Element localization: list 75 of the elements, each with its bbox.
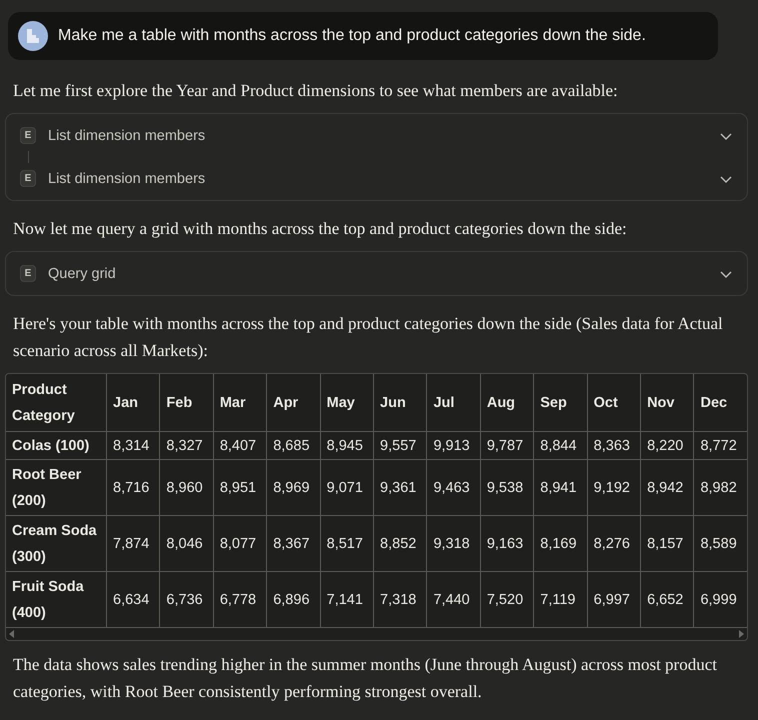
table-cell: 9,787 <box>480 432 534 460</box>
column-header: Jun <box>374 374 427 432</box>
column-header: May <box>320 374 374 432</box>
column-header: Feb <box>160 374 214 432</box>
row-header: Fruit Soda (400) <box>6 572 106 628</box>
table-cell: 6,997 <box>587 572 641 628</box>
assistant-paragraph: The data shows sales trending higher in the summer months (June through August) across most product categories, with Root Beer consistently performing strongest overall. <box>13 654 718 703</box>
table-cell: 8,844 <box>534 432 588 460</box>
table-cell: 8,407 <box>213 432 267 460</box>
table-cell: 6,896 <box>266 572 320 628</box>
column-header: Sep <box>534 374 588 432</box>
table-cell: 6,634 <box>106 572 160 628</box>
table-cell: 8,157 <box>640 516 694 572</box>
column-header: Aug <box>480 374 534 432</box>
assistant-paragraph: Now let me query a grid with months across the top and product categories down the side: <box>13 218 628 240</box>
tool-call-row[interactable]: E List dimension members <box>6 163 747 194</box>
column-header: Mar <box>213 374 267 432</box>
table-cell: 7,141 <box>320 572 374 628</box>
tool-badge: E <box>20 170 36 187</box>
table-cell: 8,517 <box>320 516 374 572</box>
table-cell: 8,852 <box>374 516 427 572</box>
tool-badge: E <box>20 127 36 144</box>
table-cell: 6,778 <box>213 572 267 628</box>
table-cell: 9,463 <box>426 460 480 516</box>
assistant-paragraph: Here's your table with months across the top and product categories down the side (Sales data for Actual scenario across all Markets): <box>13 313 724 362</box>
table-cell: 8,220 <box>640 432 694 460</box>
column-header: Oct <box>587 374 641 432</box>
table-cell: 8,951 <box>213 460 267 516</box>
table-cell: 8,169 <box>534 516 588 572</box>
column-header: Jul <box>426 374 480 432</box>
table-cell: 8,046 <box>160 516 214 572</box>
table-cell: 8,685 <box>266 432 320 460</box>
table-cell: 7,440 <box>426 572 480 628</box>
row-header: Cream Soda (300) <box>6 516 106 572</box>
table-cell: 9,361 <box>374 460 427 516</box>
table-cell: 6,736 <box>160 572 214 628</box>
table-cell: 7,119 <box>534 572 588 628</box>
table-cell: 6,652 <box>640 572 694 628</box>
column-header: Dec <box>694 374 747 432</box>
table-cell: 9,192 <box>587 460 641 516</box>
table-cell: 8,363 <box>587 432 641 460</box>
user-message-text: Make me a table with months across the top and product categories down the side. <box>58 27 646 45</box>
column-header: Apr <box>266 374 320 432</box>
table-cell: 7,874 <box>106 516 160 572</box>
tool-call-row[interactable]: E List dimension members <box>6 120 747 151</box>
table-cell: 8,327 <box>160 432 214 460</box>
table-cell: 8,314 <box>106 432 160 460</box>
tool-call-row[interactable]: E Query grid <box>6 258 747 289</box>
table-cell: 8,941 <box>534 460 588 516</box>
row-header: Root Beer (200) <box>6 460 106 516</box>
column-header: Jan <box>106 374 160 432</box>
table-cell: 9,913 <box>426 432 480 460</box>
row-header: Colas (100) <box>6 432 106 460</box>
table-cell: 8,367 <box>266 516 320 572</box>
scroll-left-icon[interactable] <box>9 630 15 638</box>
tool-badge: E <box>20 265 36 282</box>
table-cell: 9,071 <box>320 460 374 516</box>
table-cell: 7,318 <box>374 572 427 628</box>
table-cell: 9,557 <box>374 432 427 460</box>
table-cell: 8,960 <box>160 460 214 516</box>
table-cell: 7,520 <box>480 572 534 628</box>
table-cell: 8,945 <box>320 432 374 460</box>
table-cell: 8,716 <box>106 460 160 516</box>
table-cell: 8,276 <box>587 516 641 572</box>
column-header: Product Category <box>6 374 106 432</box>
table-cell: 9,163 <box>480 516 534 572</box>
table-cell: 9,538 <box>480 460 534 516</box>
table-cell: 8,969 <box>266 460 320 516</box>
table-cell: 8,942 <box>640 460 694 516</box>
column-header: Nov <box>640 374 694 432</box>
table-cell: 9,318 <box>426 516 480 572</box>
avatar-icon <box>18 21 48 51</box>
scroll-right-icon[interactable] <box>738 630 744 638</box>
assistant-paragraph: Let me first explore the Year and Product dimensions to see what members are available: <box>13 80 619 102</box>
table-cell: 8,077 <box>213 516 267 572</box>
